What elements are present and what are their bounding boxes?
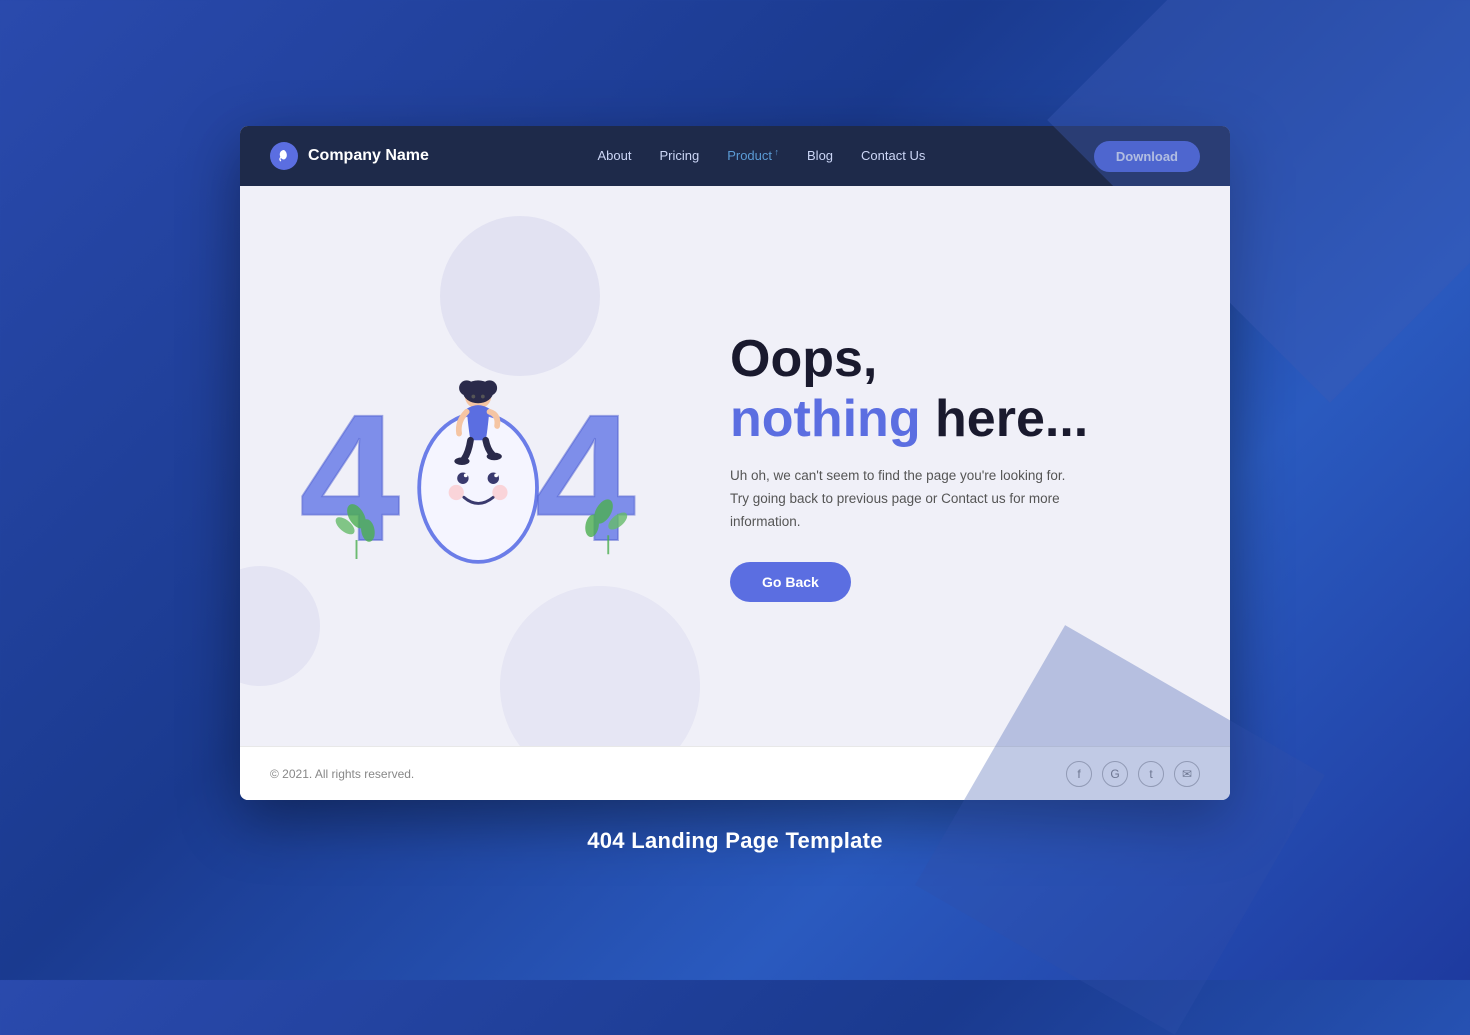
svg-text:4: 4 [300, 378, 400, 579]
nav-item-pricing[interactable]: Pricing [659, 147, 699, 165]
svg-text:4: 4 [535, 378, 635, 579]
nav-item-about[interactable]: About [597, 147, 631, 165]
nav-link-pricing[interactable]: Pricing [659, 148, 699, 163]
social-icons: f G t ✉ [1066, 761, 1200, 787]
twitter-icon[interactable]: t [1138, 761, 1164, 787]
here-word: here... [935, 390, 1088, 448]
brand-name: Company Name [308, 147, 429, 165]
nothing-word: nothing [730, 390, 921, 448]
brand-logo-icon [270, 142, 298, 170]
description-line1: Uh oh, we can't seem to find the page yo… [730, 468, 1065, 483]
brand: Company Name [270, 142, 429, 170]
go-back-button[interactable]: Go Back [730, 562, 851, 602]
page-template-label: 404 Landing Page Template [587, 828, 883, 854]
decorative-circle-3 [500, 586, 700, 746]
oops-title: Oops, nothing here... [730, 330, 1170, 450]
footer: © 2021. All rights reserved. f G t ✉ [240, 746, 1230, 800]
navbar: Company Name About Pricing Product Blog … [240, 126, 1230, 186]
nav-link-contact[interactable]: Contact Us [861, 148, 925, 163]
browser-frame: Company Name About Pricing Product Blog … [240, 126, 1230, 800]
nav-item-product[interactable]: Product [727, 147, 779, 165]
download-button[interactable]: Download [1094, 141, 1200, 172]
illustration-404: 4 4 4 4 [290, 324, 690, 609]
nav-menu: About Pricing Product Blog Contact Us [597, 147, 925, 165]
main-content: 4 4 4 4 [240, 186, 1230, 746]
nav-link-blog[interactable]: Blog [807, 148, 833, 163]
nav-item-contact[interactable]: Contact Us [861, 147, 925, 165]
nav-item-blog[interactable]: Blog [807, 147, 833, 165]
email-icon[interactable]: ✉ [1174, 761, 1200, 787]
nav-link-about[interactable]: About [597, 148, 631, 163]
google-icon[interactable]: G [1102, 761, 1128, 787]
footer-copyright: © 2021. All rights reserved. [270, 767, 414, 781]
description-line2: Try going back to previous page or Conta… [730, 491, 1060, 529]
nav-link-product[interactable]: Product [727, 148, 779, 163]
nothing-here-line: nothing here... [730, 390, 1170, 450]
four-o-four-svg: 4 4 4 4 [290, 324, 670, 604]
facebook-icon[interactable]: f [1066, 761, 1092, 787]
error-description: Uh oh, we can't seem to find the page yo… [730, 465, 1070, 534]
error-text-section: Oops, nothing here... Uh oh, we can't se… [690, 330, 1170, 602]
oops-line1: Oops, [730, 330, 877, 388]
